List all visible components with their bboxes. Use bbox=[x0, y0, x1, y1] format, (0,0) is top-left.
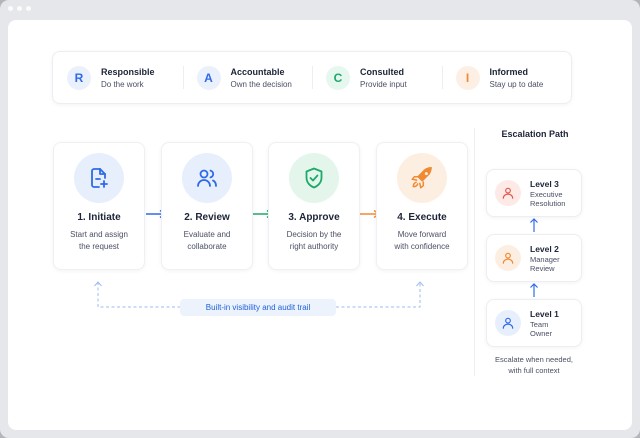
level-description: Team Owner bbox=[530, 319, 553, 338]
user-icon bbox=[495, 310, 521, 336]
escalation-arrow-2-to-3 bbox=[530, 218, 538, 232]
shield-check-icon bbox=[289, 153, 339, 203]
level-description: Executive Resolution bbox=[530, 189, 566, 208]
step-title: 1. Initiate bbox=[77, 212, 121, 223]
step-description: Start and assign the request bbox=[70, 230, 128, 251]
level-title: Level 2 bbox=[530, 243, 559, 254]
add-document-icon bbox=[74, 153, 124, 203]
escalation-note: Escalate when needed, with full context bbox=[495, 355, 573, 375]
users-icon bbox=[182, 153, 232, 203]
escalation-title: Escalation Path bbox=[501, 129, 569, 139]
step-description: Decision by the right authority bbox=[286, 230, 342, 251]
step-title: 3. Approve bbox=[288, 212, 340, 223]
step-description: Evaluate and collaborate bbox=[183, 230, 231, 251]
user-icon bbox=[495, 245, 521, 271]
step-execute[interactable]: 4. Execute Move forward with confidence bbox=[376, 142, 468, 270]
step-title: 4. Execute bbox=[397, 212, 447, 223]
step-approve[interactable]: 3. Approve Decision by the right authorit… bbox=[268, 142, 360, 270]
escalation-level-2[interactable]: Level 2 Manager Review bbox=[486, 234, 582, 282]
app-window: R Responsible Do the work A Accountable … bbox=[0, 0, 640, 438]
step-initiate[interactable]: 1. Initiate Start and assign the request bbox=[53, 142, 145, 270]
step-title: 2. Review bbox=[184, 212, 230, 223]
rocket-icon bbox=[397, 153, 447, 203]
user-icon bbox=[495, 180, 521, 206]
level-title: Level 3 bbox=[530, 178, 559, 189]
escalation-level-1[interactable]: Level 1 Team Owner bbox=[486, 299, 582, 347]
escalation-arrow-1-to-2 bbox=[530, 283, 538, 297]
escalation-level-3[interactable]: Level 3 Executive Resolution bbox=[486, 169, 582, 217]
level-title: Level 1 bbox=[530, 308, 559, 319]
step-review[interactable]: 2. Review Evaluate and collaborate bbox=[161, 142, 253, 270]
step-description: Move forward with confidence bbox=[394, 230, 450, 251]
level-description: Manager Review bbox=[530, 254, 560, 273]
escalation-divider bbox=[474, 128, 475, 376]
audit-trail-label: Built-in visibility and audit trail bbox=[180, 299, 336, 316]
